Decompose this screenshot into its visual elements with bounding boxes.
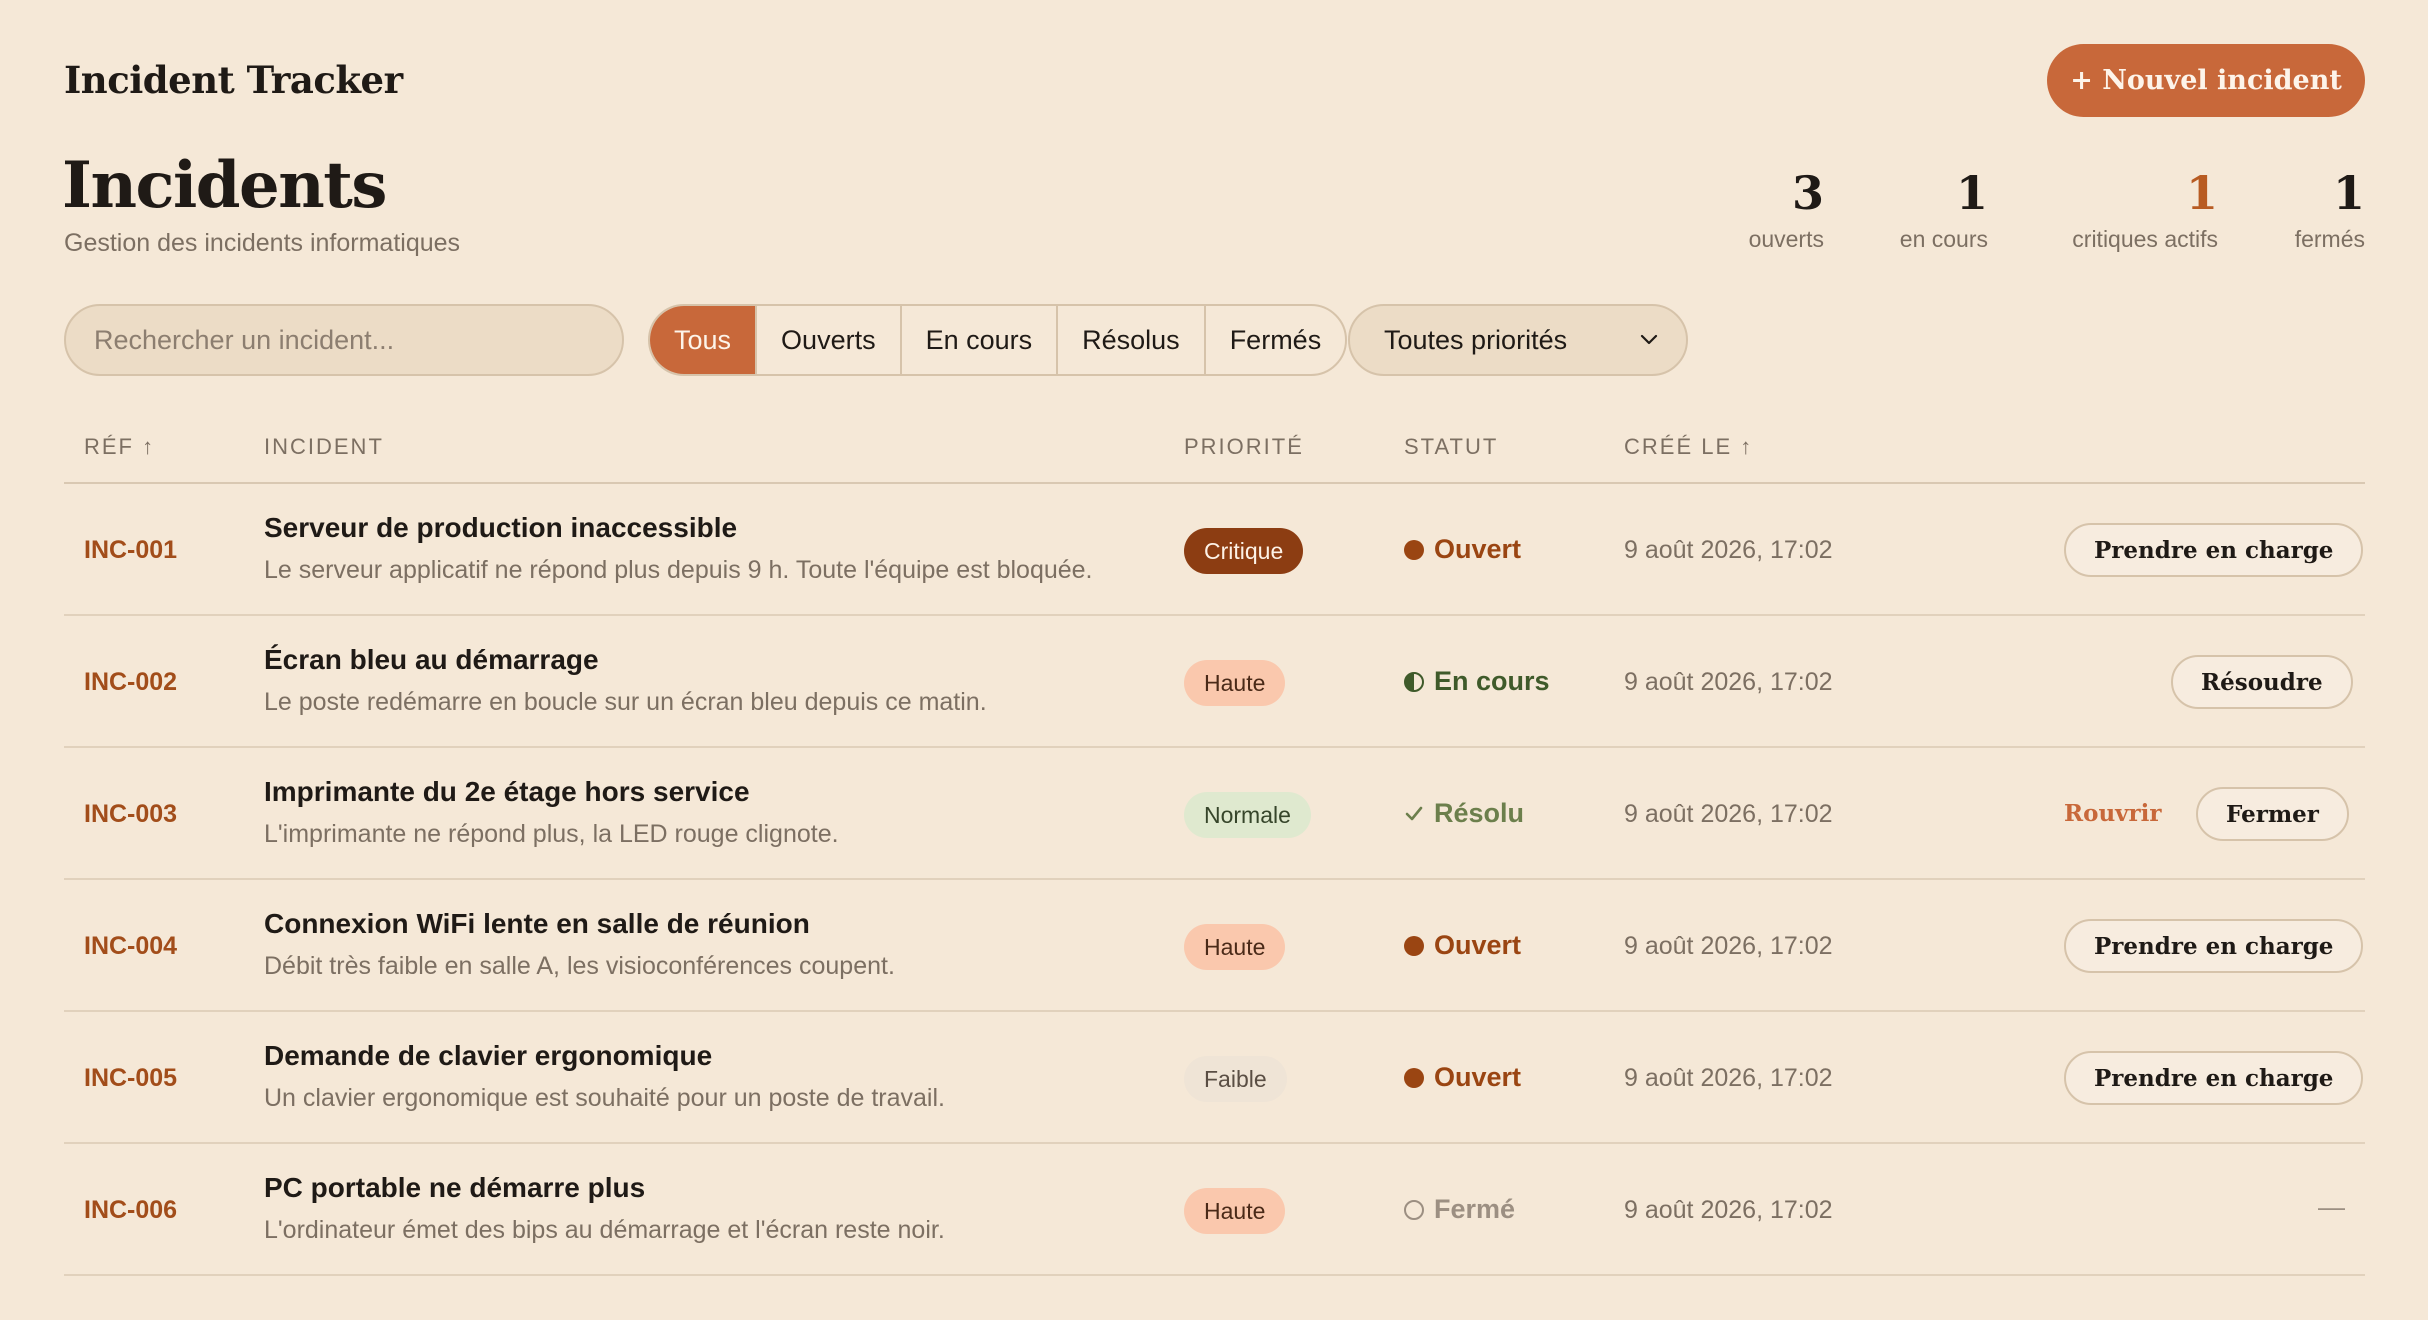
stat-closed-value: 1 [2332,166,2365,220]
close-button[interactable]: Fermer [2196,787,2349,841]
app-title: Incident Tracker [64,58,403,102]
status-label: Ouvert [1434,1062,1522,1092]
table-row[interactable]: INC-004 Connexion WiFi lente en salle de… [64,880,2365,1012]
status-label: Fermé [1434,1194,1516,1224]
stat-critical-label: critiques actifs [2072,226,2218,252]
status-indicator: En cours [1404,666,1550,697]
priority-select-value: Toutes priorités [1384,324,1568,355]
table-row[interactable]: INC-002 Écran bleu au démarrage Le poste… [64,616,2365,748]
status-dot-icon [1404,1067,1424,1088]
take-charge-button[interactable]: Prendre en charge [2064,1051,2364,1105]
incident-title: PC portable ne démarre plus [264,1172,646,1203]
stat-closed: 1 fermés [2280,170,2365,253]
incident-ref: INC-003 [84,800,178,828]
created-date: 9 août 2026, 17:02 [1624,1064,1833,1092]
filter-resolved[interactable]: Résolus [1058,306,1206,374]
incident-description: L'ordinateur émet des bips au démarrage … [264,1216,945,1244]
column-status: STATUT [1404,434,1499,459]
created-date: 9 août 2026, 17:02 [1624,1196,1833,1224]
filter-in-progress[interactable]: En cours [902,306,1059,374]
new-incident-button[interactable]: + Nouvel incident [2047,44,2365,117]
priority-badge: Haute [1184,660,1286,706]
status-indicator: Fermé [1404,1194,1515,1225]
incident-title: Imprimante du 2e étage hors service [264,776,750,807]
take-charge-button[interactable]: Prendre en charge [2064,919,2364,973]
incident-description: Débit très faible en salle A, les visioc… [264,952,895,980]
incident-ref: INC-002 [84,668,178,696]
incident-description: L'imprimante ne répond plus, la LED roug… [264,820,839,848]
no-action-dash: — [2318,1192,2345,1222]
search-input[interactable] [64,304,624,376]
reopen-button[interactable]: Rouvrir [2064,800,2162,827]
stat-closed-label: fermés [2294,226,2365,252]
table-header: RÉF ↑ INCIDENT PRIORITÉ STATUT CRÉÉ LE ↑ [64,432,2365,484]
empty-circle-icon [1404,1199,1424,1220]
column-created[interactable]: CRÉÉ LE ↑ [1624,434,1753,460]
incident-ref: INC-006 [84,1196,178,1224]
stat-critical: 1 critiques actifs [2054,170,2218,253]
status-indicator: Ouvert [1404,930,1521,961]
incident-title: Demande de clavier ergonomique [264,1040,713,1071]
status-label: Ouvert [1434,534,1522,564]
status-label: Résolu [1434,798,1525,828]
status-filter-group: Tous Ouverts En cours Résolus Fermés [648,304,1348,376]
stat-in-progress: 1 en cours [1886,170,1988,253]
incident-description: Le serveur applicatif ne répond plus dep… [264,556,1093,584]
status-indicator: Ouvert [1404,1062,1521,1093]
created-date: 9 août 2026, 17:02 [1624,800,1833,828]
table-row[interactable]: INC-001 Serveur de production inaccessib… [64,484,2365,616]
check-icon [1405,806,1423,820]
stat-critical-value: 1 [2185,166,2218,220]
priority-select[interactable]: Toutes priorités [1348,304,1688,376]
stat-in-progress-label: en cours [1899,226,1988,252]
page-subtitle: Gestion des incidents informatiques [64,229,461,257]
table-row[interactable]: INC-003 Imprimante du 2e étage hors serv… [64,748,2365,880]
stat-open-value: 3 [1791,166,1824,220]
status-dot-icon [1404,935,1424,956]
priority-badge: Normale [1184,792,1311,838]
status-indicator: Résolu [1404,798,1524,829]
status-label: En cours [1434,666,1550,696]
stat-open: 3 ouverts [1742,170,1824,253]
stat-open-label: ouverts [1748,226,1824,252]
filter-open[interactable]: Ouverts [757,306,902,374]
priority-badge: Critique [1184,528,1304,574]
created-date: 9 août 2026, 17:02 [1624,932,1833,960]
filter-all[interactable]: Tous [650,306,758,374]
created-date: 9 août 2026, 17:02 [1624,668,1833,696]
table-row[interactable]: INC-006 PC portable ne démarre plus L'or… [64,1144,2365,1276]
priority-badge: Haute [1184,1188,1286,1234]
incident-title: Serveur de production inaccessible [264,512,738,543]
incident-ref: INC-001 [84,536,178,564]
created-date: 9 août 2026, 17:02 [1624,536,1833,564]
resolve-button[interactable]: Résoudre [2171,655,2353,709]
incident-ref: INC-004 [84,932,178,960]
take-charge-button[interactable]: Prendre en charge [2064,523,2364,577]
incident-description: Le poste redémarre en boucle sur un écra… [264,688,987,716]
column-ref[interactable]: RÉF ↑ [84,434,155,460]
half-circle-icon [1404,671,1424,692]
status-dot-icon [1404,539,1424,560]
priority-badge: Faible [1184,1056,1287,1102]
priority-badge: Haute [1184,924,1286,970]
stat-in-progress-value: 1 [1955,166,1988,220]
table-row[interactable]: INC-005 Demande de clavier ergonomique U… [64,1012,2365,1144]
incident-title: Connexion WiFi lente en salle de réunion [264,908,810,939]
filter-closed[interactable]: Fermés [1206,306,1346,374]
page-title: Incidents [62,148,387,223]
column-incident: INCIDENT [264,434,384,459]
chevron-down-icon [1640,334,1658,345]
incident-title: Écran bleu au démarrage [264,644,599,675]
status-label: Ouvert [1434,930,1522,960]
column-priority: PRIORITÉ [1184,434,1304,459]
status-indicator: Ouvert [1404,534,1521,565]
incident-ref: INC-005 [84,1064,178,1092]
incident-description: Un clavier ergonomique est souhaité pour… [264,1084,945,1112]
